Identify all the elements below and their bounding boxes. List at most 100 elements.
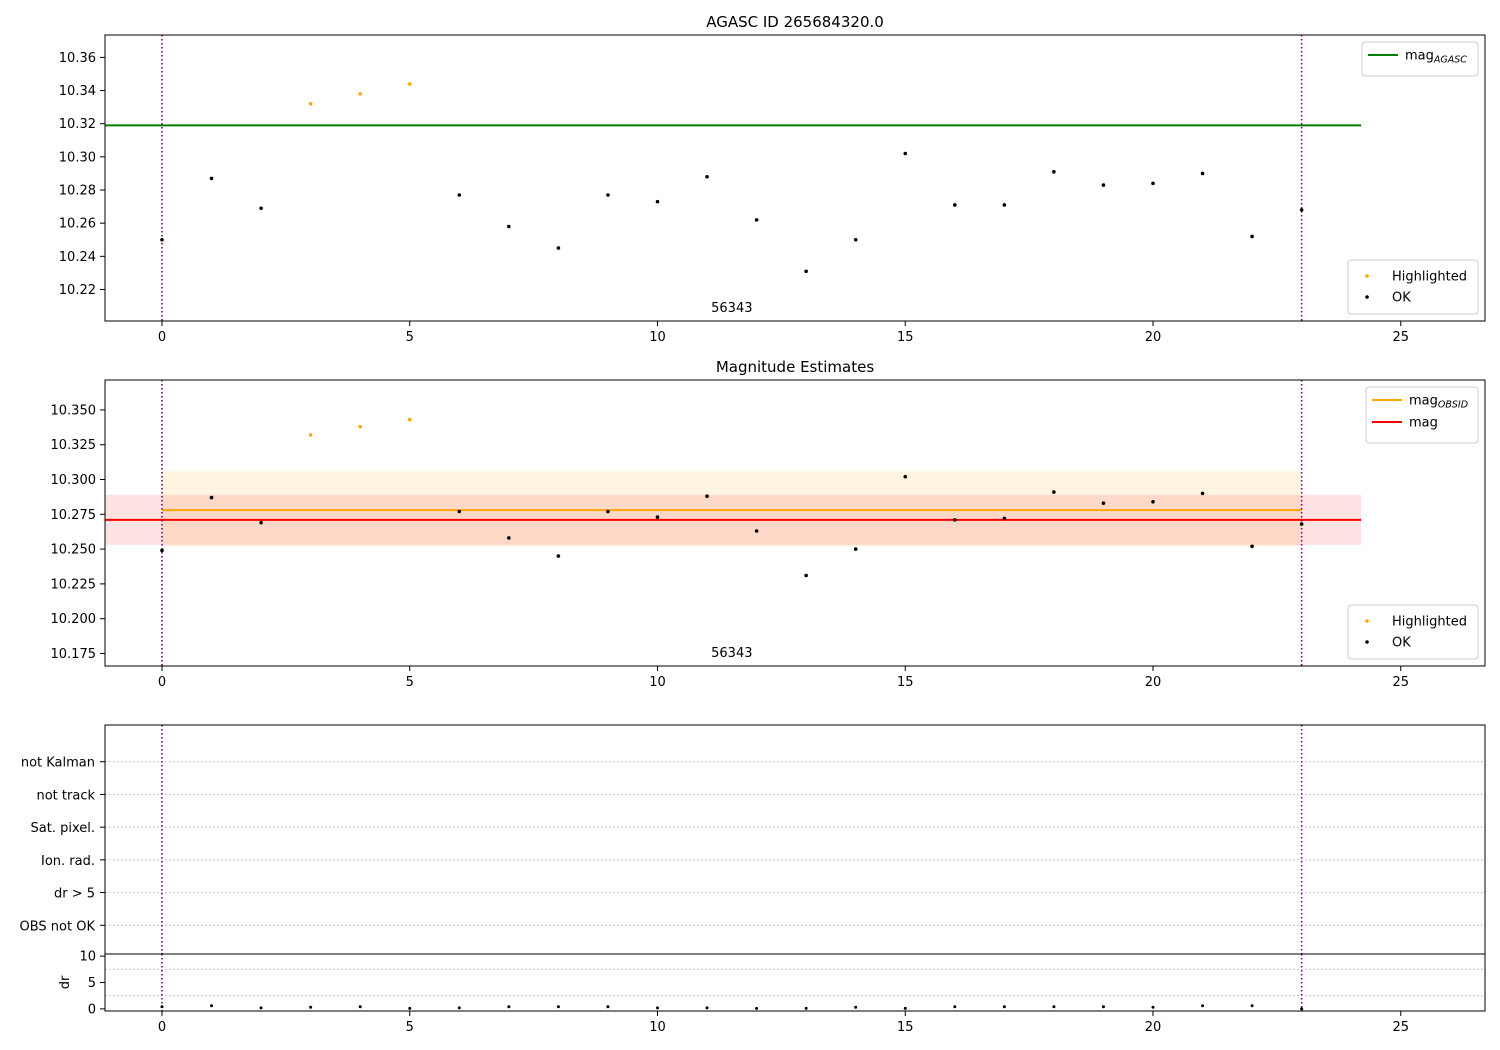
data-point-dr	[854, 1005, 858, 1009]
x-tick-label: 5	[406, 330, 414, 345]
data-point-dr	[1151, 1005, 1155, 1009]
legend-point-swatch	[1365, 295, 1369, 299]
x-tick-label: 0	[158, 330, 166, 345]
data-point-dr	[358, 1005, 362, 1009]
data-point-dr	[1101, 1005, 1105, 1009]
data-point-ok	[1002, 516, 1007, 521]
y-tick-label: 5	[88, 976, 96, 991]
data-point-dr	[1250, 1004, 1254, 1008]
data-point-highlighted	[407, 82, 412, 86]
data-point-ok	[754, 218, 759, 222]
data-point-dr	[655, 1006, 659, 1010]
y-tick-label: 10.300	[51, 473, 97, 488]
legend-point-label: Highlighted	[1392, 615, 1467, 630]
panel-title: AGASC ID 265684320.0	[706, 13, 884, 31]
data-point-ok	[655, 199, 660, 204]
data-point-ok	[160, 237, 164, 242]
data-point-dr	[705, 1006, 709, 1010]
data-point-ok	[1151, 499, 1155, 504]
data-point-ok	[556, 246, 561, 250]
data-point-ok	[209, 495, 214, 500]
data-point-ok	[1052, 490, 1056, 494]
data-point-ok	[1101, 501, 1106, 505]
data-point-dr	[457, 1006, 461, 1010]
flag-label: not track	[36, 788, 95, 803]
data-point-ok	[853, 547, 858, 551]
data-point-highlighted	[407, 417, 412, 422]
data-point-dr	[160, 1005, 164, 1009]
y-tick-label: 10.34	[59, 84, 96, 99]
flag-label: OBS not OK	[20, 919, 96, 934]
data-point-ok	[209, 176, 214, 181]
obsid-annotation: 56343	[711, 301, 752, 316]
point-legend-box	[1347, 604, 1479, 660]
data-point-ok	[259, 520, 263, 525]
legend-line-label: mag	[1409, 416, 1438, 431]
data-point-ok	[853, 237, 858, 242]
y-tick-label: 0	[88, 1002, 96, 1017]
legend-point-swatch	[1365, 619, 1369, 623]
y-tick-label: 10.350	[51, 403, 97, 418]
figure: 0 5 10 15 20 25 10.22 10.24 10.26 10.28 10.30 10.32…	[0, 0, 1500, 1050]
x-tick-label: 0	[158, 1020, 166, 1035]
x-tick-label: 15	[897, 675, 914, 690]
x-tick-label: 0	[158, 675, 166, 690]
data-point-ok	[1299, 208, 1304, 212]
y-tick-label: 10.22	[59, 283, 96, 298]
data-point-ok	[457, 509, 462, 514]
y-tick-label: 10.26	[59, 217, 96, 232]
x-tick-label: 10	[649, 675, 666, 690]
data-point-dr	[953, 1005, 957, 1009]
y-tick-label: 10	[79, 950, 96, 965]
flag-label: dr > 5	[54, 887, 95, 902]
y-tick-label: 10.200	[51, 612, 97, 627]
data-point-dr	[804, 1006, 808, 1010]
data-point-ok	[1101, 183, 1106, 187]
y-tick-label: 10.225	[51, 577, 97, 592]
data-point-dr	[507, 1005, 511, 1009]
x-tick-label: 20	[1145, 1020, 1162, 1035]
data-point-ok	[953, 518, 957, 522]
y-tick-label: 10.30	[59, 150, 96, 165]
x-tick-label: 25	[1392, 675, 1409, 690]
data-point-ok	[556, 554, 561, 558]
data-point-dr	[408, 1006, 412, 1010]
y-tick-label: 10.275	[51, 508, 97, 523]
data-point-dr	[1052, 1005, 1056, 1009]
data-point-dr	[903, 1006, 907, 1010]
data-point-dr	[755, 1006, 759, 1010]
data-point-dr	[1300, 1007, 1304, 1011]
data-point-ok	[655, 515, 660, 519]
flag-label: not Kalman	[21, 756, 95, 771]
x-tick-label: 25	[1392, 1020, 1409, 1035]
data-point-highlighted	[308, 433, 313, 437]
x-tick-label: 5	[406, 675, 414, 690]
data-point-ok	[507, 224, 511, 229]
obsid-annotation: 56343	[711, 646, 752, 661]
y-tick-label: 10.36	[59, 51, 96, 66]
data-point-dr	[1201, 1004, 1205, 1008]
data-point-ok	[606, 193, 610, 197]
data-point-ok	[259, 206, 263, 211]
y-tick-label: 10.250	[51, 543, 97, 558]
data-point-ok	[160, 548, 164, 553]
data-point-ok	[1250, 234, 1254, 239]
data-point-ok	[903, 151, 908, 156]
data-point-ok	[1299, 522, 1304, 526]
flag-label: Sat. pixel.	[31, 821, 95, 836]
data-point-dr	[309, 1005, 313, 1009]
data-point-ok	[804, 269, 808, 274]
data-point-highlighted	[358, 424, 362, 429]
data-point-ok	[606, 509, 610, 514]
x-tick-label: 20	[1145, 675, 1162, 690]
dr-axis-label: dr	[58, 975, 73, 989]
data-point-highlighted	[358, 92, 362, 96]
data-point-ok	[903, 474, 908, 479]
data-point-dr	[210, 1004, 214, 1008]
y-tick-label: 10.32	[59, 117, 96, 132]
legend-point-label: OK	[1392, 291, 1411, 306]
legend-point-swatch	[1365, 274, 1369, 278]
data-point-ok	[507, 536, 511, 540]
data-point-dr	[556, 1005, 560, 1009]
data-point-dr	[606, 1005, 610, 1009]
